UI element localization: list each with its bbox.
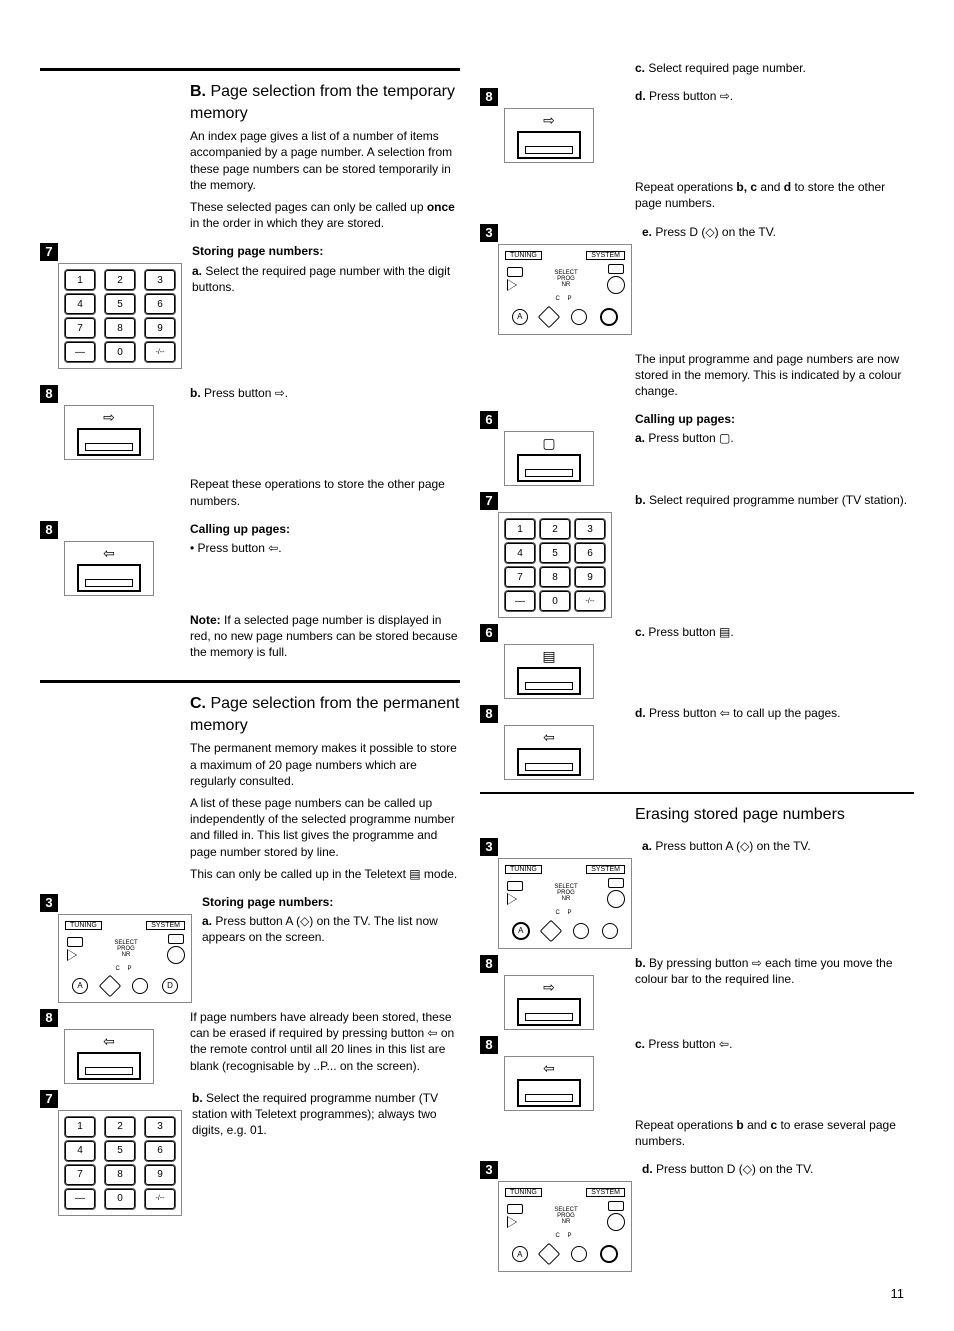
tv-panel-figure-r1: TUNINGSYSTEM SELECTPROGNR C P A (498, 244, 632, 335)
step-3-badge-r1: 3 (480, 224, 498, 242)
step-7-badge: 7 (40, 243, 58, 261)
calling-bullet: • Press button ⇦. (190, 540, 460, 556)
tv-figure-r2: ▢ (504, 431, 594, 486)
c-storing-heading: Storing page numbers: (202, 894, 460, 910)
c-intro-3: This can only be called up in the Telete… (190, 866, 460, 882)
list-icon: ▤ (542, 649, 555, 663)
square-icon: ▢ (542, 436, 555, 450)
step-8-badge: 8 (40, 385, 58, 403)
step-7-badge-2: 7 (40, 1090, 58, 1108)
repeat-text: Repeat these operations to store the oth… (190, 476, 460, 508)
tv-panel-figure: TUNINGSYSTEM SELECTPROGNR C P A (58, 914, 192, 1003)
r-step-rb: b. Select required programme number (TV … (635, 492, 914, 508)
e-step-a: a. Press button A (◇) on the TV. (642, 838, 914, 854)
step-8-badge-r2: 8 (480, 705, 498, 723)
tv-panel-figure-r3: TUNINGSYSTEM SELECTPROGNR C P A (498, 1181, 632, 1272)
diamond-b-icon (99, 975, 122, 998)
keypad-figure: 123 456 789 —0-/-- (58, 263, 182, 369)
e-repeat: Repeat operations b and c to erase sever… (635, 1117, 914, 1149)
c-intro-1: The permanent memory makes it possible t… (190, 740, 460, 789)
e-step-c: c. Press button ⇦. (635, 1036, 914, 1052)
step-8-badge-r4: 8 (480, 1036, 498, 1054)
tv-figure-r4: ⇦ (504, 725, 594, 780)
c-intro-2: A list of these page numbers can be call… (190, 795, 460, 860)
step-8-badge-2: 8 (40, 521, 58, 539)
storing-heading: Storing page numbers: (192, 243, 460, 259)
r-step-rd: d. Press button ⇦ to call up the pages. (635, 705, 914, 721)
step-3-badge-r3: 3 (480, 1161, 498, 1179)
r-step-ra: a. Press button ▢. (635, 430, 914, 446)
step-3-badge-r2: 3 (480, 838, 498, 856)
tv-figure-2: ⇦ (64, 541, 154, 596)
step-8-badge-3: 8 (40, 1009, 58, 1027)
step-6-badge-r1: 6 (480, 411, 498, 429)
r-calling-heading: Calling up pages: (635, 411, 914, 427)
tv-figure-r6: ⇦ (504, 1056, 594, 1111)
step-6-badge-r2: 6 (480, 624, 498, 642)
tv-figure-3: ⇦ (64, 1029, 154, 1084)
step-3-badge: 3 (40, 894, 58, 912)
step-8-badge-r1: 8 (480, 88, 498, 106)
erase-title: Erasing stored page numbers (635, 804, 914, 826)
r-step-c: c. Select required page number. (635, 60, 914, 76)
tv-figure-r5: ⇨ (504, 975, 594, 1030)
arrow-right-icon-r1: ⇨ (543, 113, 555, 127)
step-8-badge-r3: 8 (480, 955, 498, 973)
arrow-left-icon-r1: ⇦ (543, 730, 555, 744)
step-a-text: a. Select the required page number with … (192, 263, 460, 295)
r-step-e: e. Press D (◇) on the TV. (642, 224, 914, 240)
arrow-right-icon-r2: ⇨ (543, 980, 555, 994)
b-intro-1: An index page gives a list of a number o… (190, 128, 460, 193)
arrow-right-icon: ⇨ (103, 410, 115, 424)
arrow-left-icon: ⇦ (103, 546, 115, 560)
step-7-badge-r1: 7 (480, 492, 498, 510)
tv-figure: ⇨ (64, 405, 154, 460)
r-stored: The input programme and page numbers are… (635, 351, 914, 400)
keypad-figure-2: 123 456 789 —0-/-- (58, 1110, 182, 1216)
e-step-d: d. Press button D (◇) on the TV. (642, 1161, 914, 1177)
r-step-d: d. Press button ⇨. (635, 88, 914, 104)
e-step-b: b. By pressing button ⇨ each time you mo… (635, 955, 914, 987)
c-step-b: b. Select the required programme number … (192, 1090, 460, 1139)
tv-panel-figure-r2: TUNINGSYSTEM SELECTPROGNR C P A (498, 858, 632, 949)
section-c-title: C. Page selection from the permanent mem… (190, 693, 460, 736)
c-erase-text: If page numbers have already been stored… (190, 1009, 460, 1074)
c-step-a: a. Press button A (◇) on the TV. The lis… (202, 913, 460, 945)
arrow-left-icon-r2: ⇦ (543, 1061, 555, 1075)
section-b-title: B. Page selection from the temporary mem… (190, 81, 460, 124)
tv-figure-r1: ⇨ (504, 108, 594, 163)
calling-heading: Calling up pages: (190, 521, 460, 537)
circle-c-icon (132, 978, 148, 994)
b-intro-2: These selected pages can only be called … (190, 199, 460, 231)
page-number: 11 (891, 1286, 905, 1301)
step-b-text: b. Press button ⇨. (190, 385, 460, 401)
r-step-rc: c. Press button ▤. (635, 624, 914, 640)
keypad-figure-r1: 123 456 789 —0-/-- (498, 512, 612, 618)
note-text: Note: If a selected page number is displ… (190, 612, 460, 661)
tv-figure-r3: ▤ (504, 644, 594, 699)
r-repeat: Repeat operations b, c and d to store th… (635, 179, 914, 211)
circle-d-icon: D (162, 978, 178, 994)
arrow-left-icon-2: ⇦ (103, 1034, 115, 1048)
